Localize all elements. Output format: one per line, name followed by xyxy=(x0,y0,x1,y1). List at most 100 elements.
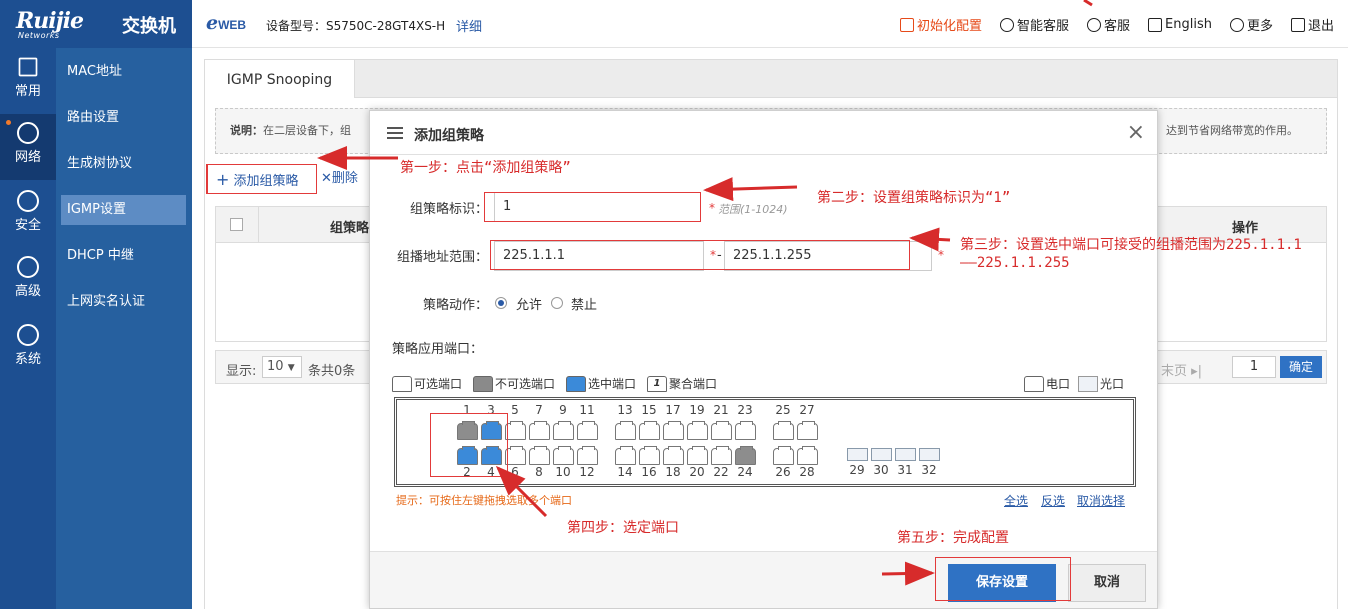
port-5[interactable] xyxy=(505,421,526,440)
port-27[interactable] xyxy=(797,421,818,440)
step4-annotation: 第四步：选定端口 xyxy=(567,520,679,536)
port-number: 8 xyxy=(535,465,543,479)
home-icon xyxy=(18,57,38,77)
table-header-policy: 组策略 xyxy=(330,221,370,236)
nav-smart-service[interactable]: 智能客服 xyxy=(999,15,1069,34)
port-number: 32 xyxy=(921,463,937,477)
sidebar-item-system[interactable]: 系统 xyxy=(0,316,56,382)
port-28[interactable] xyxy=(797,446,818,465)
chevron-down-icon: ▼ xyxy=(287,363,295,373)
port-13[interactable] xyxy=(615,421,636,440)
port-22[interactable] xyxy=(711,446,732,465)
nav-service[interactable]: 客服 xyxy=(1087,15,1130,34)
tab-strip: IGMP Snooping xyxy=(205,60,1337,98)
port-23[interactable] xyxy=(735,421,756,440)
close-icon: ✕ xyxy=(321,171,332,186)
submenu-realname-auth[interactable]: 上网实名认证 xyxy=(61,287,186,317)
port-number: 9 xyxy=(559,403,567,417)
detail-link[interactable]: 详细 xyxy=(456,16,482,35)
port-30[interactable] xyxy=(871,448,892,461)
port-15[interactable] xyxy=(639,421,660,440)
language-icon xyxy=(1148,17,1163,32)
port-number: 31 xyxy=(897,463,913,477)
last-page-link[interactable]: 末页 ▸| xyxy=(1161,360,1202,379)
sidebar-item-advanced[interactable]: 高级 xyxy=(0,248,56,314)
port-number: 11 xyxy=(579,403,595,417)
gear-icon xyxy=(17,324,39,346)
delete-button[interactable]: ✕删除 xyxy=(321,164,358,194)
nav-language[interactable]: English xyxy=(1148,15,1212,34)
port-11[interactable] xyxy=(577,421,598,440)
add-group-policy-dialog: 添加组策略 × 组策略标识： 1 * 范围(1-1024) 组播地址范围： 22… xyxy=(369,110,1158,609)
nav-logout[interactable]: 退出 xyxy=(1290,15,1334,34)
select-all-link[interactable]: 全选 xyxy=(1004,492,1028,509)
port-7[interactable] xyxy=(529,421,550,440)
port-9[interactable] xyxy=(553,421,574,440)
port-20[interactable] xyxy=(687,446,708,465)
tab-igmp-snooping[interactable]: IGMP Snooping xyxy=(205,60,355,98)
port-21[interactable] xyxy=(711,421,732,440)
sidebar-item-security[interactable]: 安全 xyxy=(0,182,56,248)
sidebar-item-network[interactable]: 网络 xyxy=(0,114,56,180)
nav-init-config[interactable]: 初始化配置 xyxy=(899,15,982,34)
advanced-icon xyxy=(17,256,39,278)
port-18[interactable] xyxy=(663,446,684,465)
port-14[interactable] xyxy=(615,446,636,465)
select-all-checkbox[interactable] xyxy=(230,218,243,231)
port-24[interactable] xyxy=(735,446,756,465)
close-icon[interactable]: × xyxy=(1127,120,1145,145)
port-17[interactable] xyxy=(663,421,684,440)
port-number: 24 xyxy=(737,465,753,479)
page-size-select[interactable]: 10 ▼ xyxy=(262,356,302,378)
clear-selection-link[interactable]: 取消选择 xyxy=(1077,492,1125,509)
port-32[interactable] xyxy=(919,448,940,461)
step2-annotation: 第二步：设置组策略标识为“1” xyxy=(817,190,1011,206)
sidebar-submenu: MAC地址 路由设置 生成树协议 IGMP设置 DHCP 中继 上网实名认证 xyxy=(56,48,192,609)
step3-highlight xyxy=(490,240,910,270)
port-number: 7 xyxy=(535,403,543,417)
step2-highlight xyxy=(484,192,701,222)
deny-radio[interactable] xyxy=(551,297,563,309)
sidebar-item-common[interactable]: 常用 xyxy=(0,48,56,114)
page-confirm-button[interactable]: 确定 xyxy=(1280,356,1322,378)
unselectable-port-icon xyxy=(473,375,493,392)
dialog-header: 添加组策略 × xyxy=(370,111,1157,155)
page-input[interactable]: 1 xyxy=(1232,356,1276,378)
submenu-route[interactable]: 路由设置 xyxy=(61,103,186,133)
port-29[interactable] xyxy=(847,448,868,461)
aggregated-port-icon: 1 xyxy=(647,375,667,392)
port-26[interactable] xyxy=(773,446,794,465)
port-31[interactable] xyxy=(895,448,916,461)
nav-more[interactable]: 更多 xyxy=(1229,15,1273,34)
port-number: 15 xyxy=(641,403,657,417)
legend-selected: 选中端口 xyxy=(566,375,636,392)
submenu-igmp[interactable]: IGMP设置 xyxy=(61,195,186,225)
step1-highlight xyxy=(206,164,317,194)
port-25[interactable] xyxy=(773,421,794,440)
submenu-mac[interactable]: MAC地址 xyxy=(61,57,186,87)
port-10[interactable] xyxy=(553,446,574,465)
port-8[interactable] xyxy=(529,446,550,465)
step5-annotation: 第五步：完成配置 xyxy=(897,530,1009,546)
invert-selection-link[interactable]: 反选 xyxy=(1041,492,1065,509)
port-16[interactable] xyxy=(639,446,660,465)
cancel-button[interactable]: 取消 xyxy=(1068,564,1146,602)
port-6[interactable] xyxy=(505,446,526,465)
submenu-dhcp-relay[interactable]: DHCP 中继 xyxy=(61,241,186,271)
allow-radio[interactable] xyxy=(495,297,507,309)
port-19[interactable] xyxy=(687,421,708,440)
init-config-icon xyxy=(899,17,914,32)
network-icon xyxy=(17,122,39,144)
selected-port-icon xyxy=(566,375,586,392)
port-number: 16 xyxy=(641,465,657,479)
step1-annotation: 第一步：点击“添加组策略” xyxy=(400,160,571,176)
submenu-stp[interactable]: 生成树协议 xyxy=(61,149,186,179)
sidebar-icon-bar: 常用 网络 安全 高级 系统 xyxy=(0,48,56,609)
top-header: Ruijie Networks 交换机 eWEB 设备型号：S5750C-28G… xyxy=(0,0,1348,48)
port-number: 14 xyxy=(617,465,633,479)
port-12[interactable] xyxy=(577,446,598,465)
selectable-port-icon xyxy=(392,375,412,392)
deny-label: 禁止 xyxy=(571,298,598,313)
port-number: 21 xyxy=(713,403,729,417)
port-number: 20 xyxy=(689,465,705,479)
